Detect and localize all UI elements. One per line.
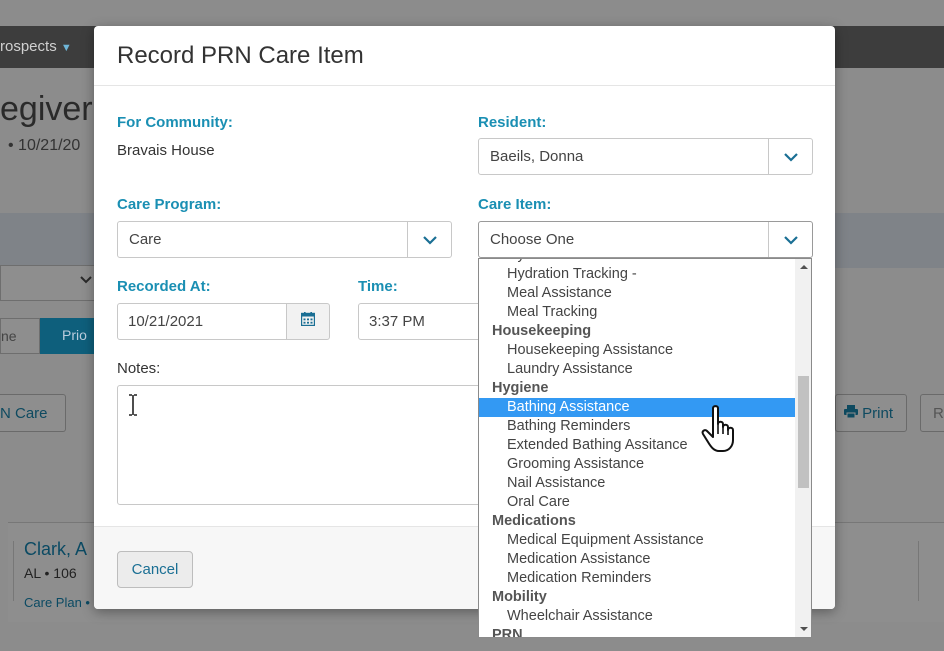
dropdown-option[interactable]: Bathing Reminders [479,417,795,436]
time-input[interactable]: 3:37 PM [358,303,488,340]
recorded-at-value: 10/21/2021 [128,313,204,330]
dropdown-scrollbar[interactable] [795,259,811,637]
dropdown-group-header: PRN [492,627,523,638]
dropdown-option[interactable]: Meal Assistance [479,284,795,303]
calendar-icon [300,312,316,331]
recorded-at-label: Recorded At: [117,278,211,295]
chevron-down-icon [79,274,93,288]
dropdown-option[interactable]: Grooming Assistance [479,455,795,474]
printer-icon [844,405,862,422]
dropdown-option[interactable]: Hydration Assistance [479,259,795,265]
dropdown-option[interactable]: Medication Reminders [479,569,795,588]
time-label: Time: [358,278,398,295]
dropdown-group-header: Housekeeping [492,323,592,339]
chevron-down-icon[interactable] [768,222,812,257]
background-tab-active: Prio [40,318,96,354]
background-tab: ne [0,318,40,354]
scrollbar-thumb[interactable] [798,376,809,488]
chevron-down-icon[interactable] [768,139,812,174]
record-prn-care-button: N Care [0,394,66,432]
care-item-label: Care Item: [478,196,552,213]
care-program-select[interactable]: Care [117,221,452,258]
modal-header: Record PRN Care Item [94,26,835,86]
nav-prospects: rospects ▼ [0,38,72,55]
cancel-button[interactable]: Cancel [117,551,193,588]
dropdown-option[interactable]: Medical Equipment Assistance [479,531,795,550]
i-beam-icon [128,394,138,421]
resident-select[interactable]: Baeils, Donna [478,138,813,175]
care-item-dropdown-list[interactable]: Hydration AssistanceHydration Tracking -… [478,258,812,638]
dropdown-group-header: Mobility [492,589,547,605]
dropdown-option[interactable]: Housekeeping Assistance [479,341,795,360]
notes-textarea[interactable] [117,385,482,505]
dropdown-option[interactable]: Extended Bathing Assitance [479,436,795,455]
care-program-label: Care Program: [117,196,222,213]
community-value: Bravais House [117,142,215,159]
dropdown-option[interactable]: Laundry Assistance [479,360,795,379]
resident-label: Resident: [478,114,547,131]
chevron-down-icon[interactable] [407,222,451,257]
background-select [0,265,100,301]
dropdown-option[interactable]: Meal Tracking [479,303,795,322]
care-item-select[interactable]: Choose One [478,221,813,258]
resident-name: Clark, A [24,539,88,559]
resident-meta: AL • 106 [24,565,77,581]
scroll-down-arrow-icon[interactable] [795,621,811,637]
dropdown-option[interactable]: Bathing Assistance [479,398,795,417]
print-button: Print [835,394,907,432]
care-plan-link: Care Plan • [24,595,90,610]
dropdown-option[interactable]: Nail Assistance [479,474,795,493]
modal-title: Record PRN Care Item [117,42,364,69]
page-heading: egiver [0,90,93,128]
time-value: 3:37 PM [369,313,425,330]
dropdown-option[interactable]: Medication Assistance [479,550,795,569]
dropdown-group-header: Hygiene [492,380,549,396]
recorded-at-input[interactable]: 10/21/2021 [117,303,287,340]
hand-pointer-icon [700,404,744,459]
dropdown-option[interactable]: Oral Care [479,493,795,512]
scroll-up-arrow-icon[interactable] [795,259,811,275]
date-picker-button[interactable] [286,303,330,340]
dropdown-option[interactable]: Hydration Tracking - [479,265,795,284]
dropdown-options: Hydration AssistanceHydration Tracking -… [479,259,795,638]
care-program-select-value: Care [129,231,162,248]
resident-select-value: Baeils, Donna [490,148,584,165]
page-subheading: • 10/21/20 [8,137,81,154]
care-item-select-value: Choose One [490,231,575,248]
notes-label: Notes: [117,360,161,377]
background-button: R [920,394,944,432]
community-label: For Community: [117,114,233,131]
dropdown-group-header: Medications [492,513,576,529]
dropdown-option[interactable]: Wheelchair Assistance [479,607,795,626]
